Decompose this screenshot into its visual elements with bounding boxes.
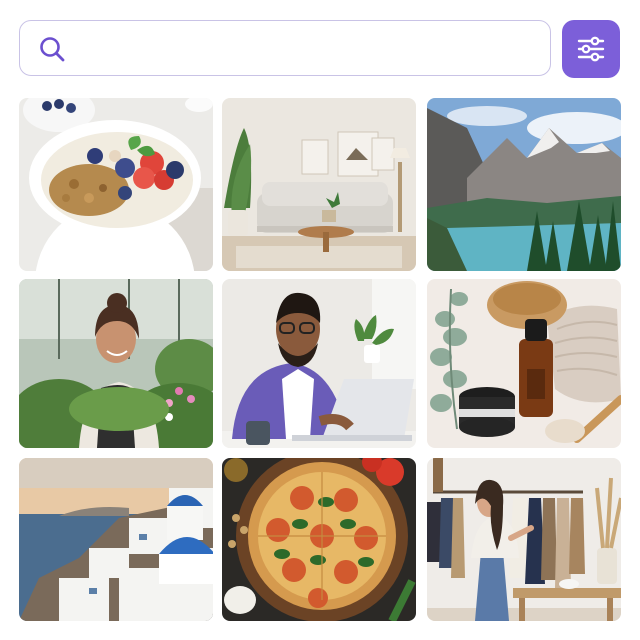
photo-tile-living-room[interactable]: living-room-interior-with-sofa <box>222 98 416 271</box>
photo-subject: living-room-interior-with-sofa <box>222 98 223 99</box>
clothing-rack-image <box>427 458 621 621</box>
photo-tile-yogurt-bowl[interactable]: yogurt-bowl-with-berries-and-granola <box>19 98 213 271</box>
photo-subject: skincare-products-with-towel-and-brush <box>427 279 428 280</box>
photo-tile-skincare[interactable]: skincare-products-with-towel-and-brush <box>427 279 621 448</box>
living-room-image <box>222 98 416 271</box>
gardening-image <box>19 279 213 448</box>
search-input[interactable] <box>80 29 538 69</box>
photo-subject: woman-gardening-in-greenhouse <box>19 279 20 280</box>
search-bar[interactable] <box>19 20 551 76</box>
photo-tile-clothing-rack[interactable]: clothing-rack-in-boutique <box>427 458 621 621</box>
photo-subject: man-working-on-laptop <box>222 279 223 280</box>
search-icon <box>40 37 65 62</box>
photo-subject: clothing-rack-in-boutique <box>427 458 428 459</box>
seaside-village-image <box>19 458 213 621</box>
photo-subject: yogurt-bowl-with-berries-and-granola <box>19 98 20 99</box>
pizza-image <box>222 458 416 621</box>
photo-subject: mountain-lake-with-pine-trees <box>427 98 428 99</box>
photo-tile-pizza[interactable]: pizza-with-tomatoes-and-basil <box>222 458 416 621</box>
mountain-lake-image <box>427 98 621 271</box>
photo-subject: pizza-with-tomatoes-and-basil <box>222 458 223 459</box>
sliders-icon <box>577 36 605 62</box>
photo-tile-laptop-worker[interactable]: man-working-on-laptop <box>222 279 416 448</box>
filter-button[interactable] <box>562 20 620 78</box>
laptop-worker-image <box>222 279 416 448</box>
photo-tile-mountain-lake[interactable]: mountain-lake-with-pine-trees <box>427 98 621 271</box>
photo-subject: white-houses-with-blue-domes-by-sea <box>19 458 20 459</box>
photo-tile-seaside-village[interactable]: white-houses-with-blue-domes-by-sea <box>19 458 213 621</box>
skincare-image <box>427 279 621 448</box>
photo-tile-gardening[interactable]: woman-gardening-in-greenhouse <box>19 279 213 448</box>
yogurt-bowl-image <box>19 98 213 271</box>
